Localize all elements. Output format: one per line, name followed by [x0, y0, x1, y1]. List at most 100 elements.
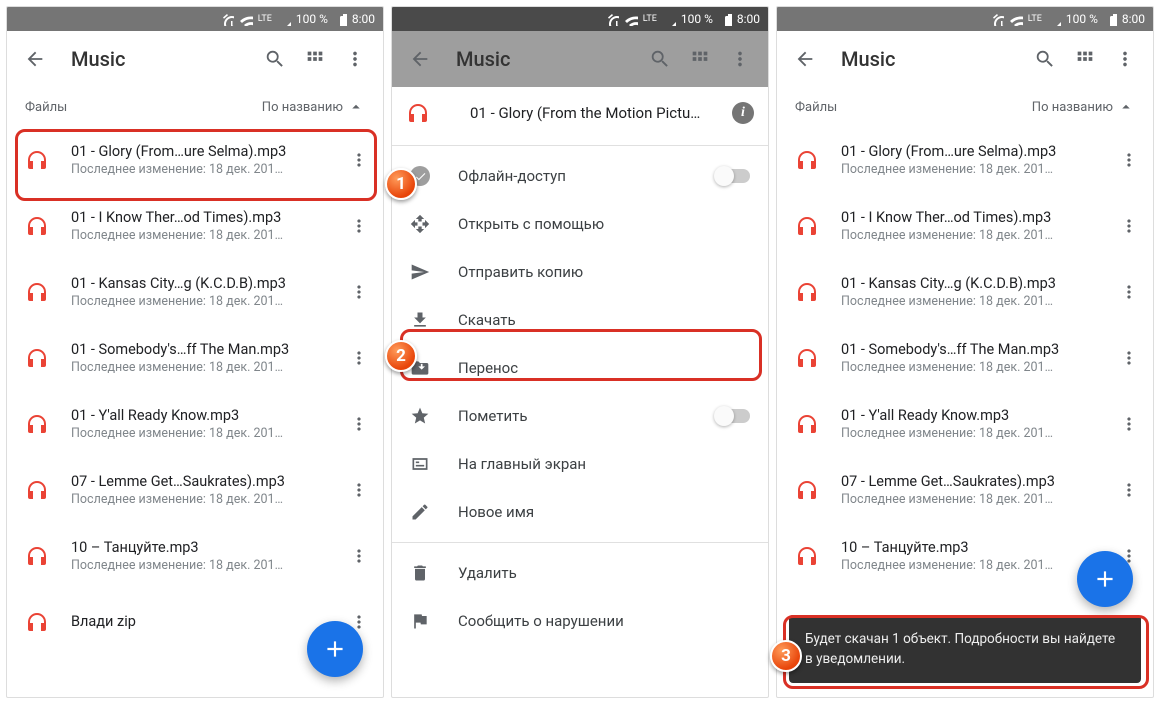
phone-screen-2: LTE 100 % 8:00 Music 01 - Glory (From th…	[391, 6, 769, 698]
headphones-icon	[795, 544, 819, 568]
fab-add[interactable]	[1077, 551, 1133, 607]
headphones-icon	[25, 610, 49, 634]
menu-report[interactable]: Сообщить о нарушении	[392, 597, 768, 635]
file-name: 01 - Y'all Ready Know.mp3	[841, 407, 1113, 424]
file-row[interactable]: 01 - Kansas City…g (K.C.D.B).mp3 Последн…	[777, 259, 1153, 325]
file-sub: Последнее изменение: 18 дек. 201…	[71, 558, 343, 573]
view-grid-button[interactable]	[680, 39, 720, 79]
menu-send-copy[interactable]: Отправить копию	[392, 248, 768, 296]
file-name: 07 - Lemme Get…Saukrates).mp3	[71, 473, 343, 490]
overflow-button[interactable]	[1105, 39, 1145, 79]
file-row[interactable]: 01 - Glory (From…ure Selma).mp3 Последне…	[777, 127, 1153, 193]
file-sub: Последнее изменение: 18 дек. 201…	[71, 492, 343, 507]
file-row[interactable]: 01 - Kansas City…g (K.C.D.B).mp3 Последн…	[7, 259, 383, 325]
overflow-button[interactable]	[720, 39, 760, 79]
file-more-button[interactable]	[343, 480, 375, 500]
file-name: 01 - Kansas City…g (K.C.D.B).mp3	[841, 275, 1113, 292]
headphones-icon	[25, 148, 49, 172]
view-grid-button[interactable]	[295, 39, 335, 79]
status-bar: LTE 100 % 8:00	[777, 7, 1153, 31]
headphones-icon	[795, 148, 819, 172]
back-button[interactable]	[785, 39, 825, 79]
menu-star[interactable]: Пометить	[392, 392, 768, 440]
file-more-button[interactable]	[343, 546, 375, 566]
file-row[interactable]: 01 - Somebody's…ff The Man.mp3 Последнее…	[7, 325, 383, 391]
file-name: 07 - Lemme Get…Saukrates).mp3	[841, 473, 1113, 490]
file-sub: Последнее изменение: 18 дек. 201…	[71, 294, 343, 309]
file-more-button[interactable]	[1113, 216, 1145, 236]
file-name: 01 - Somebody's…ff The Man.mp3	[841, 341, 1113, 358]
file-sub: Последнее изменение: 18 дек. 201…	[71, 228, 343, 243]
file-row[interactable]: 01 - Glory (From…ure Selma).mp3 Последне…	[7, 127, 383, 193]
trash-icon	[410, 563, 430, 583]
file-more-button[interactable]	[343, 348, 375, 368]
view-grid-button[interactable]	[1065, 39, 1105, 79]
sort-button[interactable]: По названию	[1032, 98, 1135, 116]
file-row[interactable]: 01 - Y'all Ready Know.mp3 Последнее изме…	[777, 391, 1153, 457]
overflow-button[interactable]	[335, 39, 375, 79]
file-sub: Последнее изменение: 18 дек. 201…	[841, 294, 1113, 309]
file-row[interactable]: 07 - Lemme Get…Saukrates).mp3 Последнее …	[7, 457, 383, 523]
add-home-icon	[410, 454, 430, 474]
file-row[interactable]: 07 - Lemme Get…Saukrates).mp3 Последнее …	[777, 457, 1153, 523]
app-bar: Music	[7, 31, 383, 87]
file-list: 01 - Glory (From…ure Selma).mp3 Последне…	[7, 127, 383, 655]
search-button[interactable]	[255, 39, 295, 79]
back-button[interactable]	[400, 39, 440, 79]
search-button[interactable]	[1025, 39, 1065, 79]
file-more-button[interactable]	[343, 282, 375, 302]
file-more-button[interactable]	[1113, 150, 1145, 170]
file-row[interactable]: 01 - I Know Ther…od Times).mp3 Последнее…	[7, 193, 383, 259]
file-name: 01 - Glory (From…ure Selma).mp3	[841, 143, 1113, 160]
menu-open-with[interactable]: Открыть с помощью	[392, 200, 768, 248]
sort-button[interactable]: По названию	[262, 98, 365, 116]
download-icon	[410, 310, 430, 330]
list-subheader: Файлы По названию	[777, 87, 1153, 127]
status-bar: LTE 100 % 8:00	[392, 7, 768, 31]
file-row[interactable]: 01 - I Know Ther…od Times).mp3 Последнее…	[777, 193, 1153, 259]
search-button[interactable]	[640, 39, 680, 79]
menu-delete[interactable]: Удалить	[392, 549, 768, 597]
menu-move[interactable]: Перенос	[392, 344, 768, 392]
file-row[interactable]: 01 - Y'all Ready Know.mp3 Последнее изме…	[7, 391, 383, 457]
file-more-button[interactable]	[1113, 414, 1145, 434]
file-name: 01 - Somebody's…ff The Man.mp3	[71, 341, 343, 358]
file-more-button[interactable]	[1113, 282, 1145, 302]
headphones-icon	[795, 280, 819, 304]
app-bar-dim: Music	[392, 31, 768, 87]
headphones-icon	[25, 412, 49, 436]
file-row[interactable]: 01 - Somebody's…ff The Man.mp3 Последнее…	[777, 325, 1153, 391]
menu-download[interactable]: Скачать	[392, 296, 768, 344]
file-sub: Последнее изменение: 18 дек. 201…	[841, 492, 1113, 507]
file-more-button[interactable]	[343, 414, 375, 434]
headphones-icon	[795, 412, 819, 436]
fab-add[interactable]	[307, 621, 363, 677]
file-more-button[interactable]	[1113, 348, 1145, 368]
back-button[interactable]	[15, 39, 55, 79]
file-sub: Последнее изменение: 18 дек. 201…	[71, 360, 343, 375]
menu-rename[interactable]: Новое имя	[392, 488, 768, 536]
star-toggle[interactable]	[716, 409, 750, 423]
file-more-button[interactable]	[343, 150, 375, 170]
callout-badge-1: 1	[385, 168, 417, 200]
headphones-icon	[25, 214, 49, 238]
file-more-button[interactable]	[1113, 480, 1145, 500]
file-list: 01 - Glory (From…ure Selma).mp3 Последне…	[777, 127, 1153, 589]
file-row[interactable]: 10 – Танцуйте.mp3 Последнее изменение: 1…	[7, 523, 383, 589]
files-label: Файлы	[25, 100, 67, 115]
menu-homescreen[interactable]: На главный экран	[392, 440, 768, 488]
file-sub: Последнее изменение: 18 дек. 201…	[841, 162, 1113, 177]
file-more-button[interactable]	[343, 216, 375, 236]
info-icon[interactable]: i	[732, 102, 754, 124]
file-name: 10 – Танцуйте.mp3	[841, 539, 1113, 556]
file-sub: Последнее изменение: 18 дек. 201…	[841, 360, 1113, 375]
file-sub: Последнее изменение: 18 дек. 201…	[71, 162, 343, 177]
menu-offline[interactable]: Офлайн-доступ	[392, 152, 768, 200]
headphones-icon	[25, 280, 49, 304]
headphones-icon	[25, 478, 49, 502]
offline-toggle[interactable]	[716, 169, 750, 183]
sheet-title: 01 - Glory (From the Motion Pictu…	[470, 104, 714, 122]
edit-icon	[410, 502, 430, 522]
headphones-icon	[795, 346, 819, 370]
battery-pct: 100 %	[296, 12, 328, 26]
